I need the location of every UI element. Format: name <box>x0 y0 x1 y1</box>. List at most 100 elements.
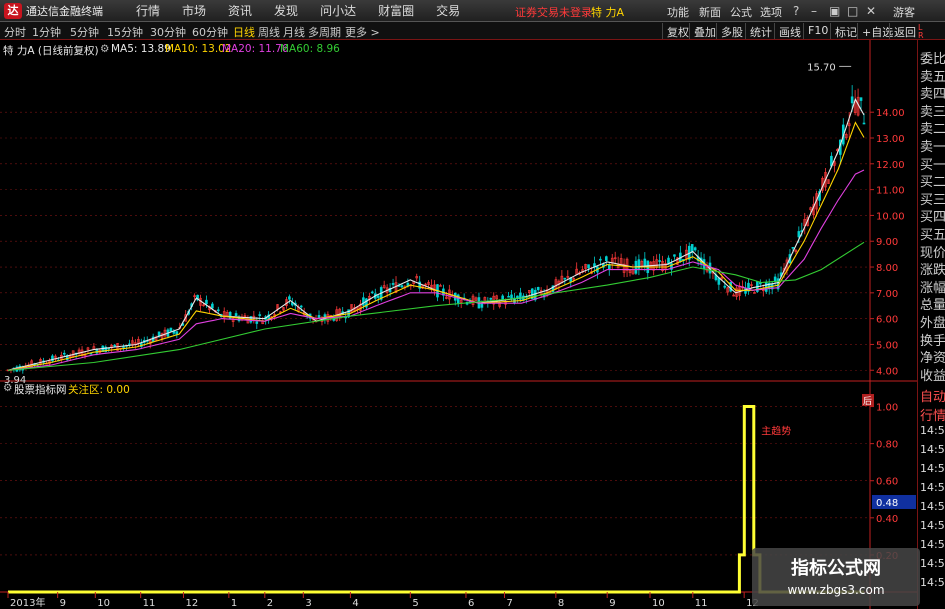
help-icon[interactable]: ? <box>793 4 799 18</box>
candle-body <box>859 97 863 101</box>
maximize-icon[interactable]: □ <box>847 4 858 18</box>
period-daily[interactable]: 日线 <box>233 24 255 40</box>
menu-hangqing[interactable]: 行情 <box>136 2 160 19</box>
candle-body <box>205 299 208 305</box>
x-axis-label: 4 <box>352 598 358 609</box>
menu-xinmian[interactable]: 新面 <box>699 4 721 20</box>
candle-body <box>797 231 801 238</box>
x-axis-label: 11 <box>695 598 708 609</box>
tool-tongji[interactable]: 统计 <box>745 23 776 39</box>
close-icon[interactable]: ✕ <box>866 4 876 18</box>
tick-row-10: 14:50 <box>920 576 945 589</box>
quote-field-8: 买三 <box>920 192 945 208</box>
ma5-label: MA5: 13.89 <box>111 43 171 55</box>
quote-field-7: 买二 <box>920 175 945 191</box>
x-axis-label: 7 <box>506 598 512 609</box>
quote-field-18: 收益 <box>920 368 945 384</box>
candle-body <box>658 260 661 262</box>
candle-body <box>516 295 519 299</box>
main-y-tick: 7.00 <box>876 289 898 300</box>
tool-duogu[interactable]: 多股 <box>716 23 747 39</box>
period-weekly[interactable]: 周线 <box>258 24 280 40</box>
quote-field-1: 卖五 <box>920 69 945 85</box>
quote-panel: 委比 卖五 卖四 卖三 卖二 卖一 买一 买二 买三 买四 买五 现价 涨跌 涨幅 总量 外盘 换手 净资 收益 自动… <box>917 40 945 609</box>
candle-body <box>501 295 504 300</box>
quote-field-6: 买一 <box>920 157 945 173</box>
quote-field-10: 买五 <box>920 228 945 243</box>
app-logo-icon: 达 <box>4 2 22 19</box>
watermark: 指标公式网 www.zbgs3.com <box>752 548 920 606</box>
menu-gongneng[interactable]: 功能 <box>667 4 689 20</box>
period-1min[interactable]: 1分钟 <box>32 24 61 40</box>
ma-line-ma5 <box>7 97 865 371</box>
menu-xuanxiang[interactable]: 选项 <box>760 4 782 20</box>
period-monthly[interactable]: 月线 <box>283 24 305 40</box>
main-y-tick: 6.00 <box>876 315 898 326</box>
candle-body <box>216 309 220 312</box>
login-status[interactable]: 证券交易未登录 <box>515 4 592 20</box>
watermark-url: www.zbgs3.com <box>787 583 885 597</box>
tool-fanhui[interactable]: 返回 <box>889 23 920 39</box>
stock-label: 特 力A (日线前复权) <box>3 45 99 57</box>
period-15min[interactable]: 15分钟 <box>107 24 143 40</box>
quote-field-17: 净资 <box>920 351 945 367</box>
quote-field-5: 卖一 <box>920 140 945 155</box>
quote-field-16: 换手 <box>920 333 945 349</box>
candle-body <box>376 295 380 298</box>
x-axis-label: 10 <box>652 598 665 609</box>
candle-body <box>587 264 590 269</box>
main-y-tick: 11.00 <box>876 186 905 197</box>
indicator-line <box>8 405 864 594</box>
guest-user[interactable]: 游客 <box>893 4 915 20</box>
x-axis-label: 6 <box>468 598 474 609</box>
tick-row-4: 14:50 <box>920 462 945 475</box>
period-more[interactable]: 更多 > <box>345 24 380 40</box>
candle-body <box>791 246 795 249</box>
candle-body <box>288 296 291 300</box>
sub-y-tick: 0.40 <box>876 514 898 525</box>
candle-body <box>169 327 173 332</box>
tick-row-7: 14:50 <box>920 519 945 532</box>
ma-line-ma60 <box>7 241 865 371</box>
x-axis-label: 3 <box>305 598 311 609</box>
indicator-focus: 关注区: 0.00 <box>68 384 130 396</box>
tick-row-1[interactable]: 行情 <box>920 405 945 424</box>
minimize-icon[interactable]: – <box>811 4 817 18</box>
menu-shichang[interactable]: 市场 <box>182 2 206 19</box>
menu-faxian[interactable]: 发现 <box>274 2 298 19</box>
top-stock-name: 特 力A <box>591 6 625 19</box>
menu-wenxiaoda[interactable]: 问小达 <box>320 2 356 19</box>
sub-y-tick: 0.80 <box>876 440 898 451</box>
x-axis-label: 9 <box>609 598 615 609</box>
period-fenshi[interactable]: 分时 <box>4 24 26 40</box>
x-axis-label: 10 <box>97 598 110 609</box>
tick-row-0[interactable]: 自动 <box>920 386 945 405</box>
candle-body <box>850 96 854 104</box>
menu-gongshi[interactable]: 公式 <box>730 4 752 20</box>
main-y-tick: 10.00 <box>876 211 905 222</box>
candle-body <box>211 303 214 309</box>
menu-caifuquan[interactable]: 财富圈 <box>378 2 414 19</box>
candle-body <box>400 285 404 288</box>
tool-f10[interactable]: F10 <box>803 23 832 39</box>
menu-zixun[interactable]: 资讯 <box>228 2 252 19</box>
period-multi[interactable]: 多周期 <box>308 24 341 40</box>
period-60min[interactable]: 60分钟 <box>192 24 228 40</box>
lr-badge: L R <box>918 24 924 40</box>
kline-chart[interactable]: 14.0013.0012.0011.0010.009.008.007.006.0… <box>0 40 917 609</box>
candle-body <box>362 297 365 306</box>
period-5min[interactable]: 5分钟 <box>70 24 99 40</box>
ma-line-ma10 <box>7 121 865 371</box>
settings-icon[interactable]: ⚙ <box>100 43 109 55</box>
candle-body <box>62 352 66 355</box>
restore-icon[interactable]: ▣ <box>829 4 840 18</box>
main-y-tick: 5.00 <box>876 340 898 351</box>
indicator-settings-icon[interactable]: ⚙ <box>3 382 12 394</box>
indicator-annotation: 主趋势 <box>761 424 791 437</box>
tick-row-5: 14:50 <box>920 481 945 494</box>
period-30min[interactable]: 30分钟 <box>150 24 186 40</box>
menu-jiaoyi[interactable]: 交易 <box>436 2 460 19</box>
quote-field-15: 外盘 <box>920 316 945 331</box>
tool-huaxian[interactable]: 画线 <box>774 23 805 39</box>
x-axis-label: 9 <box>60 598 66 609</box>
